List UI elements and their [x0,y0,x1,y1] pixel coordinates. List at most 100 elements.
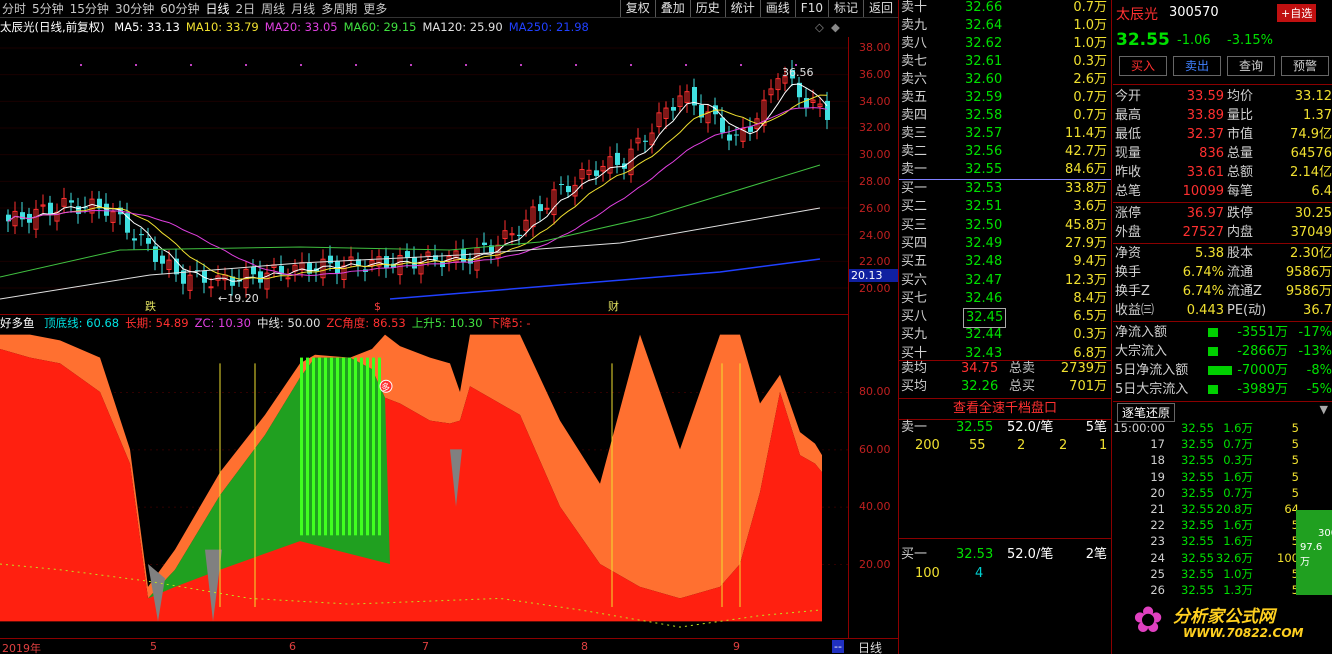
tool-button[interactable]: 统计 [724,0,760,17]
ask-row[interactable]: 卖一 32.55 84.6万 [899,161,1111,179]
add-watchlist-button[interactable]: +自选 [1277,4,1317,22]
tool-button[interactable]: 叠加 [654,0,690,17]
event-marker[interactable]: $ [374,300,381,313]
ask-row[interactable]: 卖八 32.62 1.0万 [899,35,1111,53]
diamond-icon[interactable]: ◇ [815,19,824,36]
indicator-chart[interactable]: 多 [0,332,848,638]
candle [804,88,809,117]
queue-item: 4 [975,566,984,581]
bid-row[interactable]: 买一 32.53 33.8万 [899,180,1111,198]
period-tab[interactable]: 5分钟 [30,1,68,17]
tool-button[interactable]: 复权 [619,0,655,17]
trade-volume: 1.0万 [1223,566,1253,581]
ask-row[interactable]: 卖三 32.57 11.4万 [899,125,1111,143]
flow-label: 5日大宗流入 [1115,382,1189,397]
bid-row[interactable]: 买二 32.51 3.6万 [899,198,1111,216]
period-tab[interactable]: 60分钟 [158,1,203,17]
candle [622,157,627,180]
tool-button[interactable]: 标记 [827,0,863,17]
candle [817,97,823,118]
candle [740,118,746,148]
trade-volume: 0.3万 [1223,453,1253,468]
ask-row[interactable]: 卖六 32.60 2.6万 [899,71,1111,89]
bid-row[interactable]: 买八 32.45 6.5万 [899,308,1111,329]
bid-volume: 6.5万 [1073,309,1107,325]
ask-row[interactable]: 卖九 32.64 1.0万 [899,17,1111,35]
trade-price: 32.55 [1181,502,1214,516]
bid-volume: 33.8万 [1065,181,1107,196]
candle [299,252,305,278]
trade-time: 22 [1150,518,1165,533]
collapse-icon[interactable]: ▼ [1320,403,1328,416]
candle [215,265,221,287]
trade-price: 32.55 [1181,566,1214,581]
depth-link[interactable]: 查看全速千档盘口 [899,398,1111,420]
field-value: 33.12 [1294,89,1332,104]
trade-button[interactable]: 预警 [1281,56,1329,76]
period-tab[interactable]: 更多 [361,1,391,17]
axis-corner[interactable]: -- [832,640,844,653]
ask-row[interactable]: 卖五 32.59 0.7万 [899,89,1111,107]
bid-price: 32.51 [965,199,1003,215]
trade-button[interactable]: 查询 [1227,56,1275,76]
candle [544,197,550,214]
bid-row[interactable]: 买四 32.49 27.9万 [899,235,1111,253]
tool-button[interactable]: 历史 [689,0,725,17]
indicator-legend: 好多鱼 顶底线: 60.68 长期: 54.89 ZC: 10.30 中线: 50.0… [0,315,848,332]
watermark-title: 分析家公式网 [1173,607,1275,627]
period-tab[interactable]: 月线 [289,1,319,17]
ask-price: 32.61 [965,54,1003,69]
candle [566,175,571,199]
trade-count: 5 [1291,437,1299,452]
trade-row: 19 32.55 1.6万 5 [1113,469,1313,485]
tool-button[interactable]: 返回 [862,0,898,17]
period-tab[interactable]: 多周期 [319,1,361,17]
tool-button[interactable]: F10 [794,0,828,17]
candlestick-chart[interactable]: 36.56 ←19.20 跌 $ 财 [0,37,848,315]
period-tab[interactable]: 30分钟 [113,1,158,17]
bid-volume: 9.4万 [1073,254,1107,270]
bid-row[interactable]: 买五 32.48 9.4万 [899,253,1111,271]
ask-volume: 1.0万 [1073,18,1107,33]
indicator-name: 好多鱼 [0,316,35,330]
bid-row[interactable]: 买三 32.50 45.8万 [899,217,1111,235]
queue-item: 55 [969,438,986,453]
field-label: 净资 [1115,246,1142,261]
event-marker[interactable]: 跌 [145,299,156,313]
flow-value: -2866万 [1237,344,1288,359]
bid-row[interactable]: 买六 32.47 12.3万 [899,272,1111,290]
period-label[interactable]: 日线 [858,639,882,654]
bid-row[interactable]: 买九 32.44 0.3万 [899,326,1111,344]
price-tick: 20.00 [859,282,891,296]
period-tab[interactable]: 分时 [0,1,30,17]
ask-row[interactable]: 卖二 32.56 42.7万 [899,143,1111,161]
flow-bar [1208,385,1218,394]
ask-price: 32.60 [965,72,1003,87]
period-tab[interactable]: 周线 [259,1,289,17]
ask-row[interactable]: 卖四 32.58 0.7万 [899,107,1111,125]
candle [418,253,424,284]
period-tab[interactable]: 2日 [234,1,260,17]
ask-row[interactable]: 卖十 32.66 0.7万 [899,0,1111,17]
field-value: 6.74% [1182,265,1224,280]
trade-button[interactable]: 卖出 [1173,56,1221,76]
trade-volume: 1.6万 [1223,421,1253,435]
period-tab[interactable]: 15分钟 [68,1,113,17]
ask-price: 32.55 [965,162,1003,177]
field-value: 2.14亿 [1290,165,1332,180]
bid-row[interactable]: 买七 32.46 8.4万 [899,290,1111,308]
period-tab[interactable]: 日线 [204,1,234,17]
ask-row[interactable]: 卖七 32.61 0.3万 [899,53,1111,71]
trade-count: 5 [1291,421,1299,435]
trade-time: 15:00:00 [1113,421,1165,435]
total-sell-label: 总卖 [1009,361,1036,376]
trade-button[interactable]: 买入 [1119,56,1167,76]
ma-label: MA60: 29.15 [343,20,417,34]
diamond-icon[interactable]: ◆ [831,19,840,36]
tool-button[interactable]: 画线 [759,0,795,17]
event-marker[interactable]: 财 [608,299,619,313]
field-value: 0.443 [1186,303,1224,318]
trade-price: 32.55 [1181,453,1214,468]
sell1-per: 52.0/笔 [1007,420,1054,435]
price-tick: 30.00 [859,148,891,162]
